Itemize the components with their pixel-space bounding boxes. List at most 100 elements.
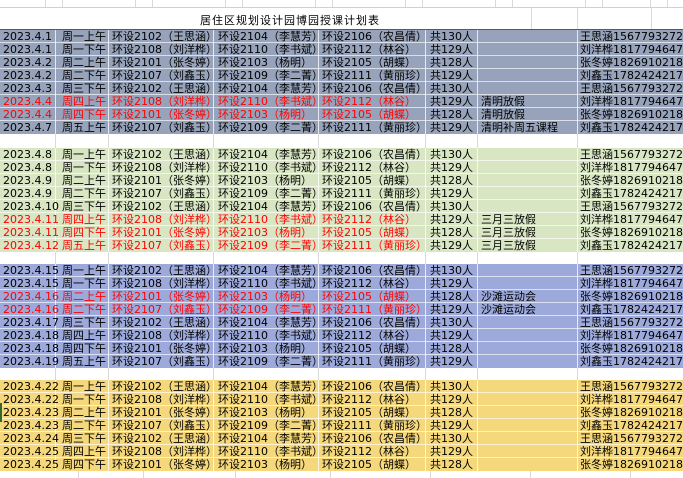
cell-date[interactable]: 2023.4.10 <box>3 200 59 213</box>
cell-count[interactable]: 共128人 <box>430 174 478 187</box>
cell-note[interactable] <box>481 82 577 95</box>
cell-class3[interactable]: 环设2106（农昌倩） <box>322 316 426 329</box>
cell-contact[interactable]: 张冬婷18269102183 <box>580 108 683 121</box>
cell-slot[interactable]: 周四下午 <box>62 226 108 239</box>
cell-class3[interactable]: 环设2112（林谷） <box>322 329 426 342</box>
cell-class1[interactable]: 环设2101（张冬婷） <box>112 56 214 69</box>
cell-date[interactable]: 2023.4.8 <box>3 148 59 161</box>
cell-slot[interactable]: 周一上午 <box>62 380 108 393</box>
cell-slot[interactable]: 周三下午 <box>62 200 108 213</box>
cell-class1[interactable]: 环设2101（张冬婷） <box>112 342 214 355</box>
cell-date[interactable]: 2023.4.11 <box>3 226 59 239</box>
cell-slot[interactable]: 周二下午 <box>62 303 108 316</box>
cell-count[interactable]: 共128人 <box>430 342 478 355</box>
cell-count[interactable]: 共130人 <box>430 380 478 393</box>
cell-class1[interactable]: 环设2102（王思涵） <box>112 82 214 95</box>
cell-class2[interactable]: 环设2103（杨明） <box>218 174 320 187</box>
cell-class1[interactable]: 环设2101（张冬婷） <box>112 226 214 239</box>
cell-class2[interactable]: 环设2103（杨明） <box>218 226 320 239</box>
cell-date[interactable]: 2023.4.3 <box>3 82 59 95</box>
cell-class3[interactable]: 环设2106（农昌倩） <box>322 264 426 277</box>
cell-class2[interactable]: 环设2103（杨明） <box>218 290 320 303</box>
cell-slot[interactable]: 周五上午 <box>62 121 108 134</box>
cell-date[interactable]: 2023.4.1 <box>3 43 59 56</box>
cell-contact[interactable]: 刘鑫玉17824242171 <box>580 239 683 252</box>
cell-count[interactable]: 共130人 <box>430 432 478 445</box>
cell-class1[interactable]: 环设2108（刘洋桦） <box>112 43 214 56</box>
cell-count[interactable]: 共128人 <box>430 458 478 471</box>
cell-date[interactable]: 2023.4.1 <box>3 30 59 43</box>
cell-contact[interactable]: 刘洋桦18177946470 <box>580 329 683 342</box>
cell-date[interactable]: 2023.4.23 <box>3 406 59 419</box>
cell-class1[interactable]: 环设2108（刘洋桦） <box>112 329 214 342</box>
cell-count[interactable]: 共130人 <box>430 264 478 277</box>
cell-class2[interactable]: 环设2109（李二菁） <box>218 121 320 134</box>
cell-date[interactable]: 2023.4.9 <box>3 174 59 187</box>
cell-slot[interactable]: 周四上午 <box>62 329 108 342</box>
cell-note[interactable] <box>481 277 577 290</box>
cell-class1[interactable]: 环设2108（刘洋桦） <box>112 161 214 174</box>
cell-note[interactable]: 沙滩运动会 <box>481 303 577 316</box>
cell-class3[interactable]: 环设2106（农昌倩） <box>322 200 426 213</box>
cell-date[interactable]: 2023.4.16 <box>3 303 59 316</box>
cell-date[interactable]: 2023.4.22 <box>3 380 59 393</box>
cell-class3[interactable]: 环设2112（林谷） <box>322 393 426 406</box>
cell-count[interactable]: 共129人 <box>430 161 478 174</box>
cell-slot[interactable]: 周一上午 <box>62 148 108 161</box>
cell-count[interactable]: 共130人 <box>430 200 478 213</box>
cell-class2[interactable]: 环设2103（杨明） <box>218 56 320 69</box>
cell-date[interactable]: 2023.4.8 <box>3 161 59 174</box>
cell-class3[interactable]: 环设2106（农昌倩） <box>322 148 426 161</box>
cell-contact[interactable]: 王思涵15677932728 <box>580 148 683 161</box>
cell-class3[interactable]: 环设2112（林谷） <box>322 95 426 108</box>
cell-contact[interactable]: 刘洋桦18177946470 <box>580 95 683 108</box>
cell-date[interactable]: 2023.4.16 <box>3 290 59 303</box>
cell-class3[interactable]: 环设2105（胡蝶） <box>322 458 426 471</box>
cell-class3[interactable]: 环设2106（农昌倩） <box>322 432 426 445</box>
cell-class1[interactable]: 环设2102（王思涵） <box>112 432 214 445</box>
cell-contact[interactable]: 刘鑫玉17824242171 <box>580 419 683 432</box>
cell-class1[interactable]: 环设2108（刘洋桦） <box>112 393 214 406</box>
cell-contact[interactable]: 王思涵15677932728 <box>580 200 683 213</box>
cell-note[interactable] <box>481 419 577 432</box>
cell-note[interactable]: 三月三放假 <box>481 226 577 239</box>
cell-count[interactable]: 共129人 <box>430 277 478 290</box>
cell-note[interactable]: 沙滩运动会 <box>481 290 577 303</box>
cell-slot[interactable]: 周一下午 <box>62 161 108 174</box>
cell-date[interactable]: 2023.4.18 <box>3 342 59 355</box>
cell-class2[interactable]: 环设2110（李书斌） <box>218 95 320 108</box>
cell-class3[interactable]: 环设2112（林谷） <box>322 213 426 226</box>
cell-slot[interactable]: 周一下午 <box>62 393 108 406</box>
cell-class1[interactable]: 环设2101（张冬婷） <box>112 458 214 471</box>
cell-note[interactable] <box>481 445 577 458</box>
cell-date[interactable]: 2023.4.2 <box>3 56 59 69</box>
cell-note[interactable] <box>481 406 577 419</box>
cell-class3[interactable]: 环设2111（黄丽珍） <box>322 121 426 134</box>
cell-count[interactable]: 共128人 <box>430 406 478 419</box>
cell-count[interactable]: 共129人 <box>430 303 478 316</box>
cell-class2[interactable]: 环设2109（李二菁） <box>218 239 320 252</box>
cell-note[interactable] <box>481 56 577 69</box>
cell-slot[interactable]: 周一上午 <box>62 30 108 43</box>
cell-note[interactable] <box>481 316 577 329</box>
cell-class2[interactable]: 环设2104（李慧芳） <box>218 432 320 445</box>
cell-class1[interactable]: 环设2108（刘洋桦） <box>112 277 214 290</box>
cell-class1[interactable]: 环设2102（王思涵） <box>112 380 214 393</box>
cell-class3[interactable]: 环设2105（胡蝶） <box>322 342 426 355</box>
cell-class3[interactable]: 环设2105（胡蝶） <box>322 290 426 303</box>
cell-class2[interactable]: 环设2103（杨明） <box>218 406 320 419</box>
cell-slot[interactable]: 周二下午 <box>62 187 108 200</box>
cell-note[interactable] <box>481 161 577 174</box>
cell-class2[interactable]: 环设2104（李慧芳） <box>218 264 320 277</box>
cell-date[interactable]: 2023.4.11 <box>3 213 59 226</box>
cell-contact[interactable]: 刘洋桦18177946470 <box>580 445 683 458</box>
cell-class1[interactable]: 环设2102（王思涵） <box>112 264 214 277</box>
cell-class1[interactable]: 环设2108（刘洋桦） <box>112 95 214 108</box>
cell-note[interactable] <box>481 458 577 471</box>
cell-date[interactable]: 2023.4.4 <box>3 95 59 108</box>
cell-count[interactable]: 共128人 <box>430 108 478 121</box>
cell-count[interactable]: 共130人 <box>430 82 478 95</box>
cell-class2[interactable]: 环设2104（李慧芳） <box>218 148 320 161</box>
cell-class1[interactable]: 环设2101（张冬婷） <box>112 290 214 303</box>
cell-note[interactable] <box>481 329 577 342</box>
